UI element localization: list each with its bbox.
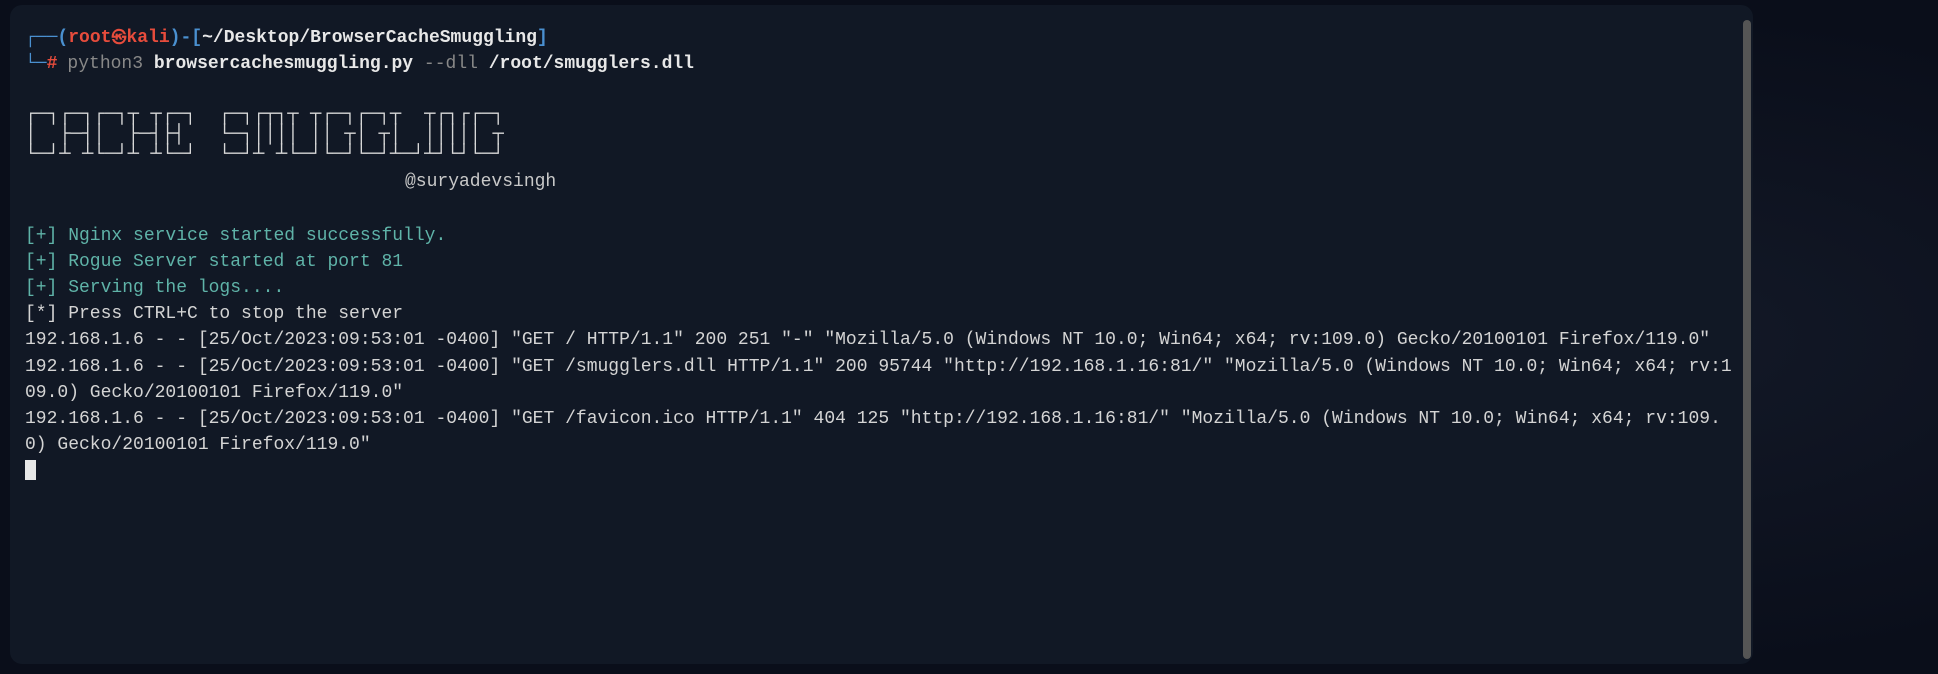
log-entry: 192.168.1.6 - - [25/Oct/2023:09:53:01 -0… bbox=[25, 354, 1738, 406]
terminal-window[interactable]: ┌──(root㉿kali)-[~/Desktop/BrowserCacheSm… bbox=[10, 5, 1753, 664]
terminal-cursor bbox=[25, 460, 36, 480]
ascii-banner: ┌─┐┌─┐┌─┐┬ ┬┌─┐ ┌─┐┌┬┐┬ ┬┌─┐┌─┐┬ ┬┌┐┌┌─┐… bbox=[25, 105, 1738, 165]
prompt-connector-top: ┌──( bbox=[25, 28, 68, 48]
prompt-bracket-close: ] bbox=[537, 28, 548, 48]
prompt-bracket-open: [ bbox=[191, 28, 202, 48]
log-rogue: [+] Rogue Server started at port 81 bbox=[25, 249, 1738, 275]
log-entry: 192.168.1.6 - - [25/Oct/2023:09:53:01 -0… bbox=[25, 327, 1738, 353]
command-input[interactable]: python3 browsercachesmuggling.py --dll /… bbox=[67, 51, 694, 77]
prompt-hash: # bbox=[47, 51, 58, 77]
cmd-arg: /root/smugglers.dll bbox=[489, 54, 694, 74]
cmd-script: browsercachesmuggling.py bbox=[154, 54, 413, 74]
cmd-interpreter: python3 bbox=[67, 54, 143, 74]
cmd-flag: --dll bbox=[424, 54, 478, 74]
skull-icon: ㉿ bbox=[111, 30, 126, 47]
prompt-paren-close: ) bbox=[170, 28, 181, 48]
prompt-dash: - bbox=[180, 28, 191, 48]
prompt-connector-bottom: └─ bbox=[25, 51, 47, 77]
terminal-scrollbar[interactable] bbox=[1743, 20, 1751, 659]
prompt-user: root bbox=[68, 28, 111, 48]
prompt-line-1: ┌──(root㉿kali)-[~/Desktop/BrowserCacheSm… bbox=[25, 25, 1738, 51]
prompt-path: ~/Desktop/BrowserCacheSmuggling bbox=[202, 28, 537, 48]
log-ctrlc: [*] Press CTRL+C to stop the server bbox=[25, 301, 1738, 327]
log-nginx: [+] Nginx service started successfully. bbox=[25, 223, 1738, 249]
prompt-host: kali bbox=[126, 28, 169, 48]
author-handle: @suryadevsingh bbox=[405, 169, 1738, 195]
log-serving: [+] Serving the logs.... bbox=[25, 275, 1738, 301]
prompt-line-2: └─# python3 browsercachesmuggling.py --d… bbox=[25, 51, 1738, 77]
log-entry: 192.168.1.6 - - [25/Oct/2023:09:53:01 -0… bbox=[25, 406, 1738, 458]
